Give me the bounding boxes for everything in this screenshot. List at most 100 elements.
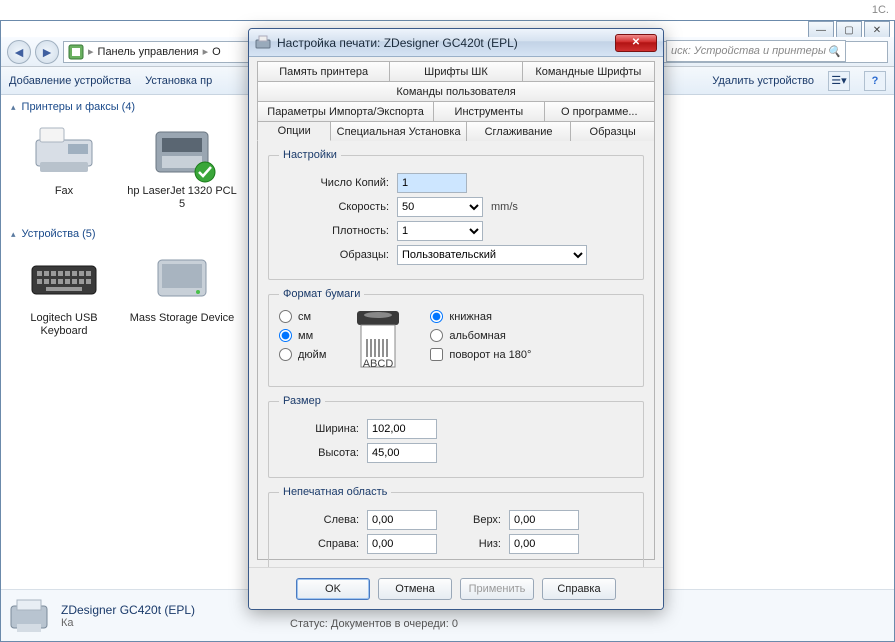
- tab-command-fonts[interactable]: Командные Шрифты: [522, 61, 655, 81]
- breadcrumb-sep: ▸: [203, 45, 209, 58]
- tab-about[interactable]: О программе...: [544, 101, 655, 121]
- cancel-button[interactable]: Отмена: [378, 578, 452, 600]
- group-size: Размер Ширина: Высота:: [268, 395, 644, 478]
- device-item-keyboard[interactable]: Logitech USB Keyboard: [9, 246, 119, 337]
- radio-portrait[interactable]: книжная: [430, 310, 531, 323]
- app-hint: 1C.: [872, 4, 889, 16]
- top-input[interactable]: [509, 510, 579, 530]
- section-devices-title: Устройства (5): [22, 228, 96, 240]
- nav-forward-button[interactable]: ►: [35, 40, 59, 64]
- label-left: Слева:: [279, 514, 359, 526]
- help-button[interactable]: ?: [864, 71, 886, 91]
- copies-input[interactable]: [397, 173, 467, 193]
- tab-user-commands[interactable]: Команды пользователя: [257, 81, 655, 101]
- radio-landscape[interactable]: альбомная: [430, 329, 531, 342]
- toolbar-add-device[interactable]: Добавление устройства: [9, 75, 131, 87]
- svg-text:ABCD: ABCD: [363, 358, 394, 370]
- dialog-title: Настройка печати: ZDesigner GC420t (EPL): [277, 36, 609, 50]
- speed-unit: mm/s: [491, 201, 518, 213]
- nav-back-button[interactable]: ◄: [7, 40, 31, 64]
- label-speed: Скорость:: [279, 201, 389, 213]
- orientation-options: книжная альбомная поворот на 180°: [430, 308, 531, 361]
- width-input[interactable]: [367, 419, 437, 439]
- toolbar-install-printer[interactable]: Установка пр: [145, 75, 212, 87]
- group-unprintable-legend: Непечатная область: [279, 486, 391, 498]
- label-width: Ширина:: [279, 423, 359, 435]
- tab-options[interactable]: Опции: [257, 121, 331, 141]
- bottom-input[interactable]: [509, 534, 579, 554]
- help-button[interactable]: Справка: [542, 578, 616, 600]
- collapse-icon: ▴: [11, 102, 16, 113]
- group-unprintable: Непечатная область Слева: Верх: Справа: …: [268, 486, 644, 569]
- label-bottom: Низ:: [445, 538, 501, 550]
- group-size-legend: Размер: [279, 395, 325, 407]
- radio-mm[interactable]: мм: [279, 329, 326, 342]
- label-stocks: Образцы:: [279, 249, 389, 261]
- checkmark-badge-icon: [194, 161, 216, 183]
- control-panel-icon: [68, 44, 84, 60]
- radio-inch[interactable]: дюйм: [279, 348, 326, 361]
- apply-button[interactable]: Применить: [460, 578, 534, 600]
- dialog-close-button[interactable]: ✕: [615, 34, 657, 52]
- dialog-titlebar[interactable]: Настройка печати: ZDesigner GC420t (EPL)…: [249, 29, 663, 57]
- tab-advanced-setup[interactable]: Специальная Установка: [330, 121, 466, 141]
- search-placeholder: иск: Устройства и принтеры: [671, 45, 827, 57]
- tab-strip: Память принтера Шрифты ШК Командные Шриф…: [255, 57, 657, 560]
- height-input[interactable]: [367, 443, 437, 463]
- dialog-buttons: OK Отмена Применить Справка: [249, 567, 663, 609]
- dialog-body: Память принтера Шрифты ШК Командные Шриф…: [255, 57, 657, 567]
- section-printers-title: Принтеры и факсы (4): [22, 101, 136, 113]
- toolbar-delete-device[interactable]: Удалить устройство: [712, 75, 814, 87]
- label-copies: Число Копий:: [279, 177, 389, 189]
- tab-dithering[interactable]: Сглаживание: [466, 121, 571, 141]
- tab-import-export[interactable]: Параметры Импорта/Экспорта: [257, 101, 434, 121]
- right-input[interactable]: [367, 534, 437, 554]
- tab-tools[interactable]: Инструменты: [433, 101, 544, 121]
- view-options-button[interactable]: ☰▾: [828, 71, 850, 91]
- units-radios: см мм дюйм: [279, 308, 326, 361]
- device-item-mass-storage[interactable]: Mass Storage Device: [127, 246, 237, 337]
- group-settings: Настройки Число Копий: Скорость: 50 mm/s…: [268, 149, 644, 280]
- print-settings-dialog: Настройка печати: ZDesigner GC420t (EPL)…: [248, 28, 664, 610]
- device-item-hp-laserjet[interactable]: hp LaserJet 1320 PCL 5: [127, 119, 237, 210]
- density-select[interactable]: 1: [397, 221, 483, 241]
- radio-cm[interactable]: см: [279, 310, 326, 323]
- hdd-icon: [146, 246, 218, 310]
- printer-icon: [255, 35, 271, 51]
- breadcrumb-root[interactable]: Панель управления: [98, 46, 199, 58]
- device-label: hp LaserJet 1320 PCL 5: [127, 185, 237, 210]
- label-height: Высота:: [279, 447, 359, 459]
- device-item-fax[interactable]: Fax: [9, 119, 119, 210]
- ok-button[interactable]: OK: [296, 578, 370, 600]
- printer-icon: [146, 119, 218, 183]
- label-right: Справа:: [279, 538, 359, 550]
- label-top: Верх:: [445, 514, 501, 526]
- status-category-prefix: Ка: [61, 617, 74, 629]
- status-meta: ZDesigner GC420t (EPL) Ка: [61, 603, 195, 629]
- fax-icon: [28, 119, 100, 183]
- breadcrumb-next[interactable]: О: [212, 46, 221, 58]
- status-queue-text: Статус: Документов в очереди: 0: [290, 618, 458, 630]
- left-input[interactable]: [367, 510, 437, 530]
- device-label: Fax: [55, 185, 73, 198]
- search-input[interactable]: иск: Устройства и принтеры 🔍: [666, 40, 846, 62]
- selected-printer-icon: [7, 596, 51, 636]
- search-icon: 🔍: [827, 45, 841, 58]
- group-paper-format-legend: Формат бумаги: [279, 288, 364, 300]
- tab-page-options: Настройки Число Копий: Скорость: 50 mm/s…: [257, 140, 655, 560]
- checkbox-rotate180[interactable]: поворот на 180°: [430, 348, 531, 361]
- label-density: Плотность:: [279, 225, 389, 237]
- orientation-preview-icon: ABCD: [344, 308, 412, 376]
- device-label: Logitech USB Keyboard: [9, 312, 119, 337]
- tab-printer-memory[interactable]: Память принтера: [257, 61, 390, 81]
- keyboard-icon: [28, 246, 100, 310]
- selected-device-title: ZDesigner GC420t (EPL): [61, 603, 195, 617]
- group-paper-format: Формат бумаги см мм дюйм ABCD книжная: [268, 288, 644, 387]
- search-wrap: иск: Устройства и принтеры 🔍: [666, 40, 886, 62]
- speed-select[interactable]: 50: [397, 197, 483, 217]
- tab-barcode-fonts[interactable]: Шрифты ШК: [389, 61, 522, 81]
- device-label: Mass Storage Device: [130, 312, 235, 325]
- tab-stocks[interactable]: Образцы: [570, 121, 655, 141]
- stocks-select[interactable]: Пользовательский: [397, 245, 587, 265]
- breadcrumb-sep: ▸: [88, 45, 94, 58]
